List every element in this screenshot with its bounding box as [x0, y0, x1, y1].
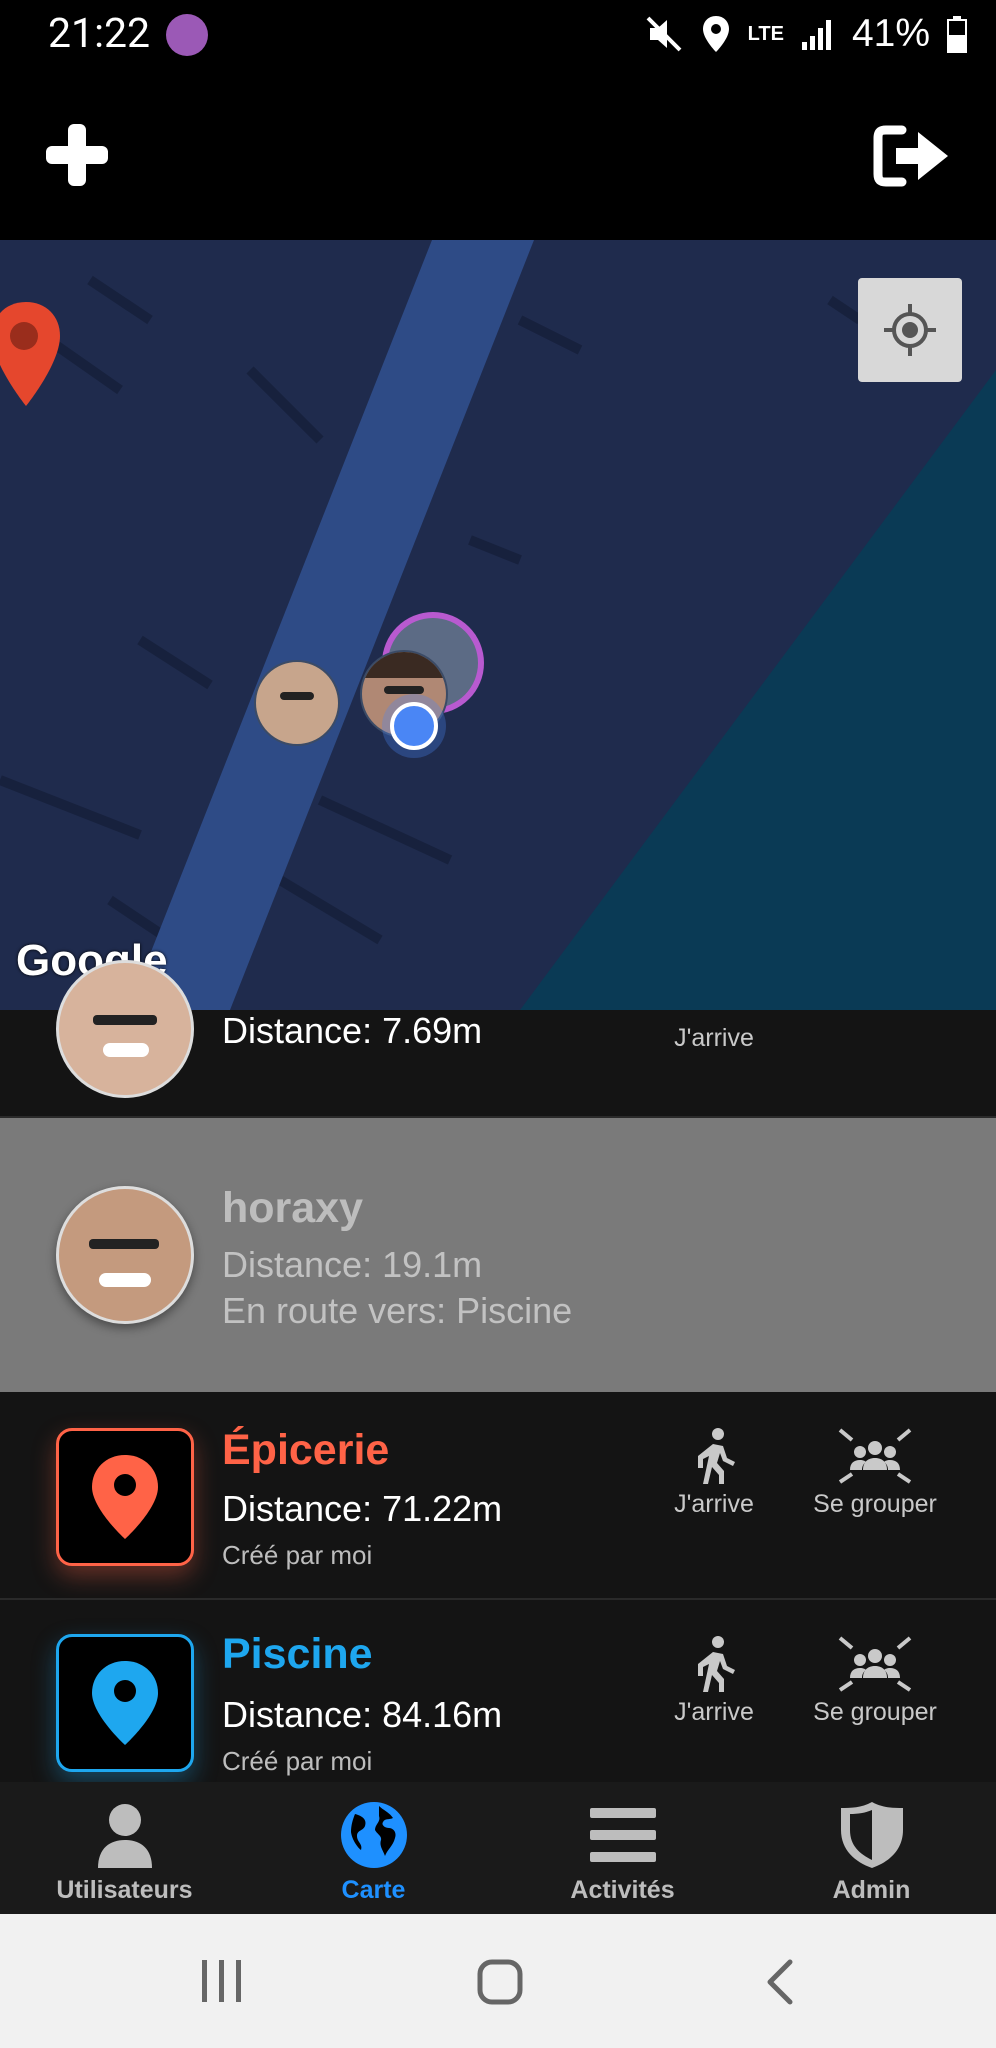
menu-icon	[590, 1808, 656, 1862]
tab-label: Admin	[832, 1876, 911, 1904]
tab-label: Carte	[341, 1876, 406, 1904]
tab-label: Utilisateurs	[56, 1876, 193, 1904]
list-item[interactable]: Piscine Distance: 84.16m Créé par moi J'…	[0, 1600, 996, 1782]
bottom-nav: Utilisateurs Carte Activités Admin	[0, 1782, 996, 1914]
place-name: Piscine	[222, 1630, 373, 1678]
list-item[interactable]: Épicerie Distance: 71.22m Créé par moi J…	[0, 1392, 996, 1598]
place-name: Épicerie	[222, 1426, 390, 1474]
sticker-icon	[166, 14, 208, 56]
location-icon	[702, 16, 729, 52]
walk-icon	[698, 1428, 735, 1484]
distance-text: Distance: 19.1m	[222, 1244, 483, 1285]
tab-activites[interactable]: Activités	[498, 1782, 747, 1914]
back-icon[interactable]	[762, 1958, 798, 2006]
arrive-label: J'arrive	[674, 1698, 754, 1726]
map-pin-icon[interactable]	[0, 298, 64, 410]
arrive-button[interactable]: J'arrive	[664, 1426, 764, 1519]
map-pin-icon	[92, 1455, 158, 1539]
created-text: Créé par moi	[222, 1746, 373, 1776]
lte-icon: LTE	[747, 23, 784, 45]
tab-label: Activités	[570, 1876, 675, 1904]
group-label: Se grouper	[813, 1698, 937, 1726]
group-button[interactable]: Se grouper	[800, 1634, 950, 1727]
signal-icon	[801, 20, 831, 50]
tab-carte[interactable]: Carte	[249, 1782, 498, 1914]
arrive-button[interactable]: J'arrive	[664, 1634, 764, 1727]
shield-icon	[841, 1802, 903, 1868]
tab-admin[interactable]: Admin	[747, 1782, 996, 1914]
mute-icon	[646, 16, 682, 52]
group-icon	[838, 1428, 912, 1484]
status-time: 21:22	[48, 10, 151, 58]
place-icon-box	[56, 1634, 194, 1772]
distance-text: Distance: 7.69m	[222, 1010, 483, 1051]
map-pin-icon	[92, 1661, 158, 1745]
user-marker-horaxy[interactable]	[254, 660, 340, 746]
my-location-dot	[390, 702, 438, 750]
system-nav	[0, 1914, 996, 2048]
avatar	[56, 1186, 194, 1324]
recents-icon[interactable]	[198, 1958, 246, 2004]
add-icon[interactable]	[44, 122, 110, 188]
app-header	[0, 72, 996, 240]
logout-icon[interactable]	[872, 124, 952, 188]
battery-icon	[947, 16, 967, 53]
user-name: horaxy	[222, 1184, 364, 1232]
home-icon[interactable]	[476, 1958, 524, 2006]
walk-icon	[698, 1636, 735, 1692]
status-bar: 21:22 LTE 41%	[0, 0, 996, 72]
map-view[interactable]: Google	[0, 240, 996, 1010]
group-icon	[838, 1636, 912, 1692]
route-text: En route vers: Piscine	[222, 1290, 573, 1331]
globe-icon	[341, 1802, 407, 1868]
list-item[interactable]: horaxy Distance: 19.1m En route vers: Pi…	[0, 1118, 996, 1392]
my-location-icon	[884, 304, 936, 356]
distance-text: Distance: 84.16m	[222, 1694, 503, 1735]
avatar	[56, 960, 194, 1098]
distance-text: Distance: 71.22m	[222, 1488, 503, 1529]
arrive-label: J'arrive	[674, 1490, 754, 1518]
group-label: Se grouper	[813, 1490, 937, 1518]
group-button[interactable]: Se grouper	[800, 1426, 950, 1519]
arrive-label: J'arrive	[674, 1024, 754, 1052]
battery-percent: 41%	[851, 12, 930, 55]
my-location-button[interactable]	[858, 278, 962, 382]
place-icon-box	[56, 1428, 194, 1566]
list-item[interactable]: Distance: 7.69m J'arrive	[0, 960, 996, 1116]
created-text: Créé par moi	[222, 1540, 373, 1570]
tab-utilisateurs[interactable]: Utilisateurs	[0, 1782, 249, 1914]
user-icon	[98, 1804, 152, 1868]
arrive-button[interactable]: J'arrive	[664, 1024, 764, 1053]
